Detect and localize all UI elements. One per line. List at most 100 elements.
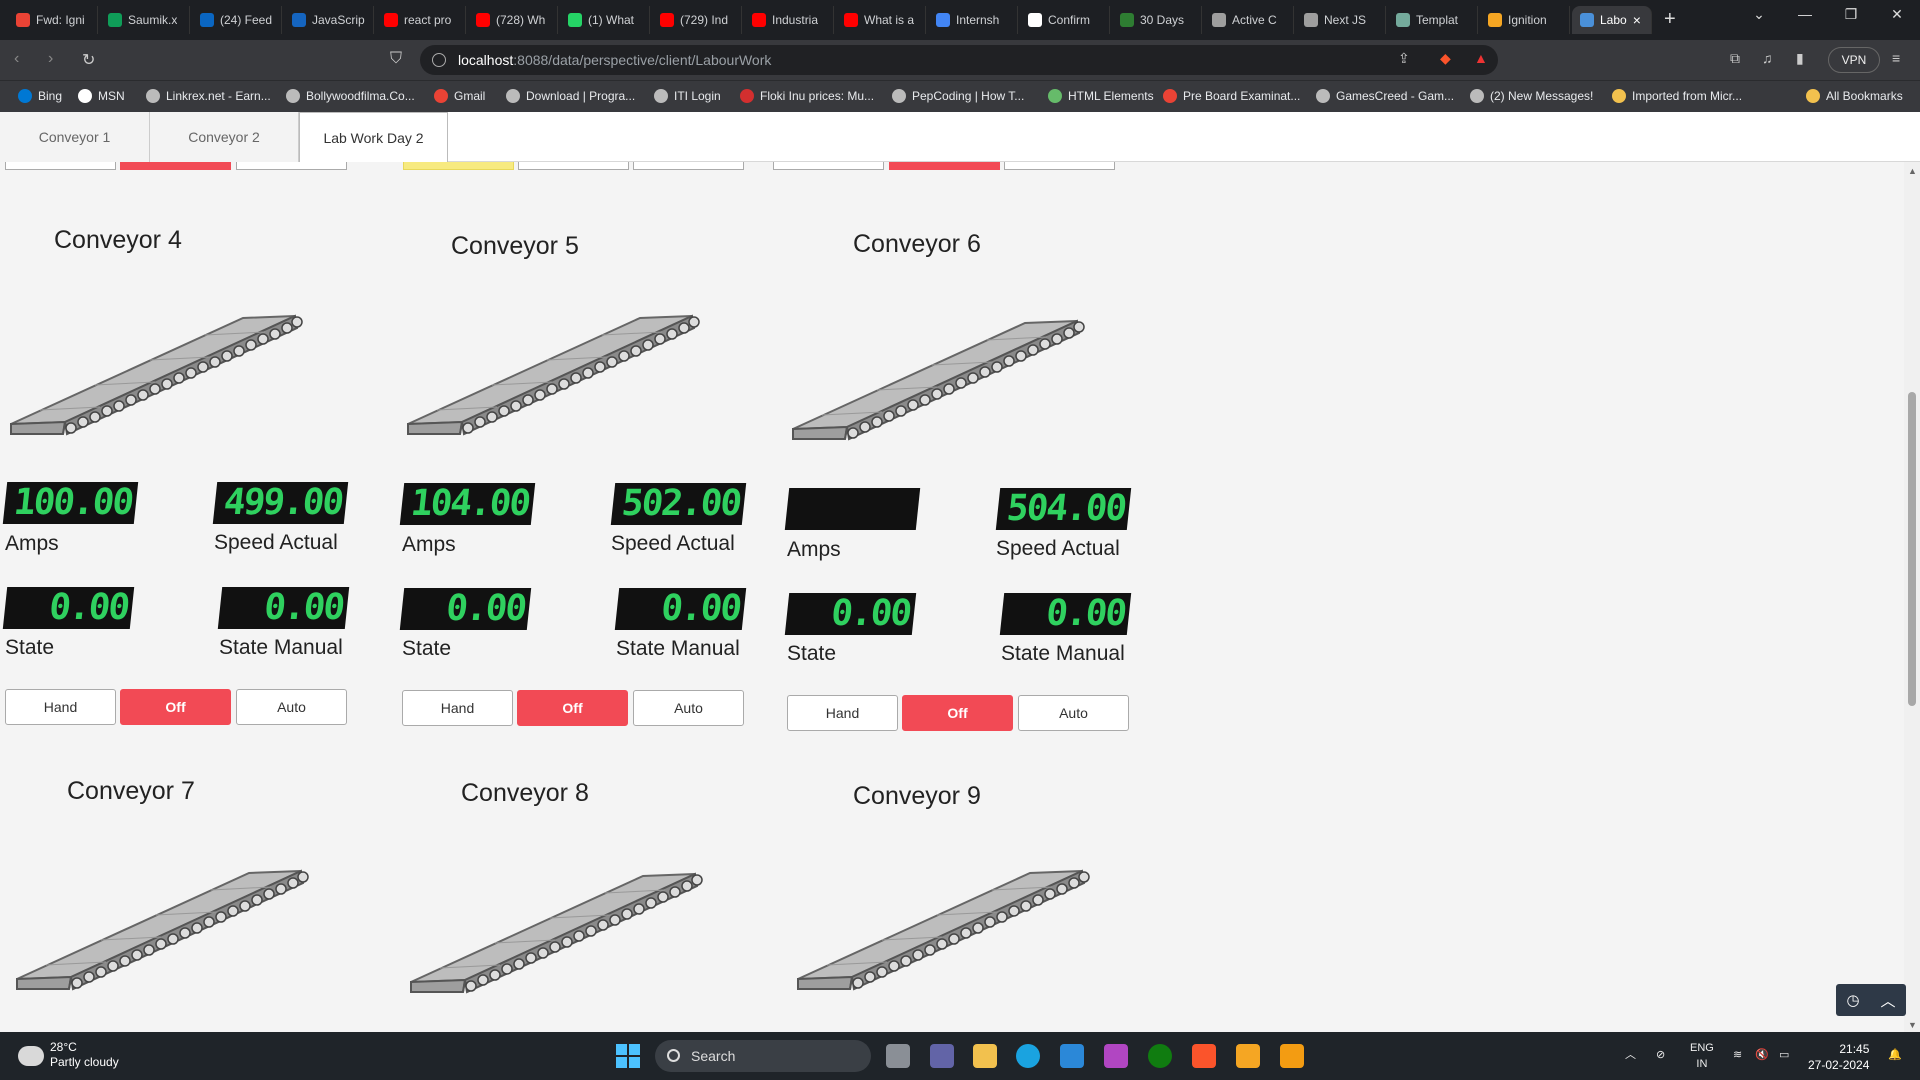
address-bar[interactable]: localhost:8088/data/perspective/client/L… xyxy=(420,45,1498,75)
browser-tab[interactable]: 30 Days xyxy=(1112,6,1202,34)
minimize-button[interactable]: — xyxy=(1782,0,1828,32)
bookmark-item[interactable]: Download | Progra... xyxy=(506,89,635,103)
off-button[interactable]: Off xyxy=(120,689,231,725)
browser-tab[interactable]: Saumik.x xyxy=(100,6,190,34)
hand-button[interactable]: Hand xyxy=(787,695,898,731)
vertical-scrollbar[interactable]: ▲ ▼ xyxy=(1904,162,1920,1032)
browser-tab[interactable]: Industria xyxy=(744,6,834,34)
tray-overflow-icon[interactable]: ︿ xyxy=(1625,1047,1636,1063)
file-explorer-icon[interactable] xyxy=(973,1044,997,1068)
browser-tab[interactable]: react pro xyxy=(376,6,466,34)
system-clock[interactable]: 21:45 27-02-2024 xyxy=(1808,1041,1869,1073)
browser-tab[interactable]: Fwd: Igni xyxy=(8,6,98,34)
bookmark-item[interactable]: MSN xyxy=(78,89,125,103)
extensions-icon[interactable]: ⧉ xyxy=(1730,50,1740,67)
bookmark-item[interactable]: Bing xyxy=(18,89,62,103)
battery-icon[interactable]: ▭ xyxy=(1779,1047,1789,1063)
sidebar-icon[interactable]: ▮ xyxy=(1796,50,1804,67)
tab-conveyor-1[interactable]: Conveyor 1 xyxy=(0,112,150,162)
browser-tab[interactable]: Internsh xyxy=(928,6,1018,34)
new-tab-button[interactable]: + xyxy=(1664,8,1676,31)
off-button-partial[interactable] xyxy=(120,162,231,170)
browser-tab[interactable]: What is a xyxy=(836,6,926,34)
scrollbar-thumb[interactable] xyxy=(1908,392,1916,706)
bookmark-item[interactable]: ITI Login xyxy=(654,89,721,103)
bookmark-item[interactable]: All Bookmarks xyxy=(1806,89,1903,103)
vpn-button[interactable]: VPN xyxy=(1828,47,1880,73)
auto-button-partial[interactable] xyxy=(633,162,744,170)
taskbar-search[interactable]: Search xyxy=(655,1040,871,1072)
brave-icon[interactable] xyxy=(1192,1044,1216,1068)
notification-bell-icon[interactable]: 🔔 xyxy=(1888,1047,1902,1063)
hand-button[interactable]: Hand xyxy=(402,690,513,726)
close-window-button[interactable]: ✕ xyxy=(1874,0,1920,32)
hand-button-partial[interactable] xyxy=(773,162,884,170)
auto-button[interactable]: Auto xyxy=(236,689,347,725)
bookmark-item[interactable]: HTML Elements xyxy=(1048,89,1154,103)
ignition-icon[interactable] xyxy=(1236,1044,1260,1068)
browser-tab[interactable]: Confirm xyxy=(1020,6,1110,34)
browser-tab[interactable]: (729) Ind xyxy=(652,6,742,34)
browser-tab[interactable]: Next JS xyxy=(1296,6,1386,34)
store-icon[interactable] xyxy=(1060,1044,1084,1068)
back-icon[interactable]: ‹ xyxy=(14,50,19,68)
network-off-icon[interactable]: ⊘ xyxy=(1656,1047,1665,1063)
bookmark-item[interactable]: PepCoding | How T... xyxy=(892,89,1024,103)
edge-icon[interactable] xyxy=(1016,1044,1040,1068)
browser-tab[interactable]: Labo × xyxy=(1572,6,1652,34)
bookmark-item[interactable]: Bollywoodfilma.Co... xyxy=(286,89,415,103)
bookmark-item[interactable]: GamesCreed - Gam... xyxy=(1316,89,1454,103)
auto-button-partial[interactable] xyxy=(1004,162,1115,170)
browser-tab[interactable]: (24) Feed xyxy=(192,6,282,34)
menu-icon[interactable]: ≡ xyxy=(1892,50,1900,66)
hand-button[interactable]: Hand xyxy=(5,689,116,725)
timer-icon[interactable]: ◷ xyxy=(1846,991,1859,1009)
bookmark-item[interactable]: Gmail xyxy=(434,89,485,103)
scroll-up-icon[interactable]: ▲ xyxy=(1908,166,1917,176)
podcast-icon[interactable] xyxy=(1104,1044,1128,1068)
auto-button[interactable]: Auto xyxy=(633,690,744,726)
site-info-icon[interactable] xyxy=(432,53,446,67)
bookmark-icon[interactable]: ⛉ xyxy=(390,50,402,68)
brave-rewards-icon[interactable]: ▲ xyxy=(1474,50,1488,66)
bookmark-item[interactable]: Linkrex.net - Earn... xyxy=(146,89,271,103)
volume-muted-icon[interactable]: 🔇 xyxy=(1755,1047,1769,1063)
browser-tab[interactable]: Templat xyxy=(1388,6,1478,34)
language-indicator[interactable]: ENG IN xyxy=(1690,1040,1714,1072)
off-button[interactable]: Off xyxy=(902,695,1013,731)
browser-tab[interactable]: JavaScrip xyxy=(284,6,374,34)
bookmark-item[interactable]: (2) New Messages! xyxy=(1470,89,1593,103)
off-button-partial[interactable] xyxy=(889,162,1000,170)
off-button-partial[interactable] xyxy=(518,162,629,170)
auto-button[interactable]: Auto xyxy=(1018,695,1129,731)
share-icon[interactable]: ⇪ xyxy=(1398,50,1410,67)
browser-tab[interactable]: (1) What xyxy=(560,6,650,34)
scroll-down-icon[interactable]: ▼ xyxy=(1908,1020,1917,1030)
maximize-button[interactable]: ❐ xyxy=(1828,0,1874,32)
media-icon[interactable]: ♫ xyxy=(1762,50,1773,66)
tab-lab-work-day-2[interactable]: Lab Work Day 2 xyxy=(299,112,448,162)
chevron-up-icon[interactable]: ︿ xyxy=(1881,990,1896,1011)
teams-icon[interactable] xyxy=(930,1044,954,1068)
bookmark-item[interactable]: Imported from Micr... xyxy=(1612,89,1742,103)
start-button[interactable] xyxy=(616,1044,640,1068)
wifi-icon[interactable]: ≋ xyxy=(1733,1047,1742,1063)
bookmark-item[interactable]: Floki Inu prices: Mu... xyxy=(740,89,874,103)
browser-tab[interactable]: (728) Wh xyxy=(468,6,558,34)
xbox-icon[interactable] xyxy=(1148,1044,1172,1068)
brave-shield-icon[interactable]: ◆ xyxy=(1440,50,1451,67)
tab-conveyor-2[interactable]: Conveyor 2 xyxy=(150,112,299,162)
ignition-designer-icon[interactable] xyxy=(1280,1044,1304,1068)
hand-button-partial[interactable] xyxy=(403,162,514,170)
browser-tab[interactable]: Active C xyxy=(1204,6,1294,34)
weather-widget[interactable]: 28°C Partly cloudy xyxy=(18,1040,119,1070)
browser-tab[interactable]: Ignition xyxy=(1480,6,1570,34)
off-button[interactable]: Off xyxy=(517,690,628,726)
reload-icon[interactable]: ↻ xyxy=(82,50,95,70)
tab-search-button[interactable]: ⌄ xyxy=(1736,0,1782,32)
close-tab-icon[interactable]: × xyxy=(1633,12,1641,28)
bookmark-item[interactable]: Pre Board Examinat... xyxy=(1163,89,1300,103)
forward-icon[interactable]: › xyxy=(48,50,53,68)
hand-button-partial[interactable] xyxy=(5,162,116,170)
auto-button-partial[interactable] xyxy=(236,162,347,170)
